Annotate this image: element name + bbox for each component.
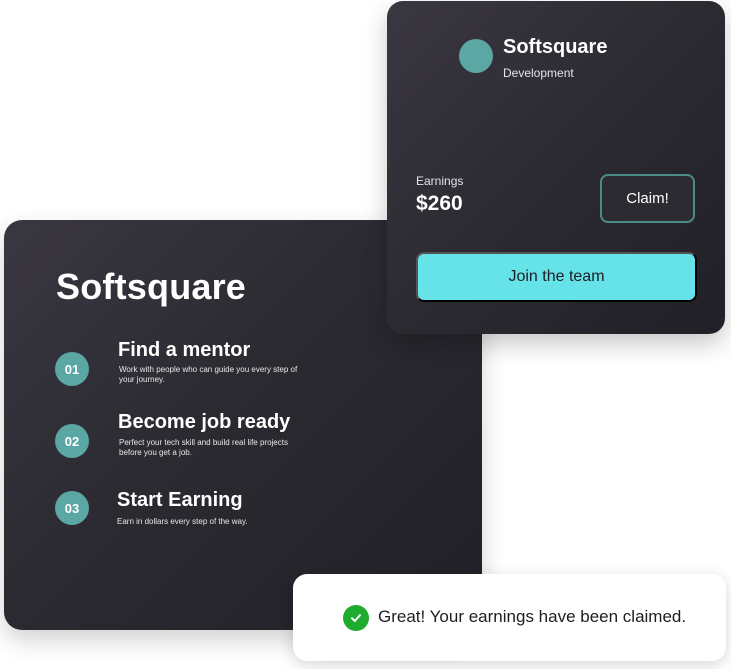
step-number-badge: 01: [55, 352, 89, 386]
team-card: Softsquare Development Earnings $260 Cla…: [387, 1, 725, 334]
step-number-badge: 03: [55, 491, 89, 525]
step-title: Find a mentor: [118, 339, 251, 361]
step-number-badge: 02: [55, 424, 89, 458]
join-team-button[interactable]: Join the team: [416, 252, 697, 302]
earnings-value: $260: [416, 192, 463, 215]
company-name: Softsquare: [503, 36, 608, 58]
claim-button[interactable]: Claim!: [600, 174, 695, 223]
step-title: Start Earning: [117, 489, 243, 511]
step-description: Work with people who can guide you every…: [119, 365, 298, 384]
step-description: Earn in dollars every step of the way.: [117, 517, 248, 526]
toast-message: Great! Your earnings have been claimed.: [378, 607, 687, 626]
onboarding-title: Softsquare: [56, 266, 247, 307]
success-toast: Great! Your earnings have been claimed.: [293, 574, 726, 661]
company-avatar: [459, 39, 493, 73]
company-subtitle: Development: [503, 66, 574, 80]
step-title: Become job ready: [118, 411, 291, 433]
earnings-label: Earnings: [416, 174, 464, 188]
step-description: Perfect your tech skill and build real l…: [119, 438, 288, 457]
check-circle-icon: [343, 605, 369, 631]
